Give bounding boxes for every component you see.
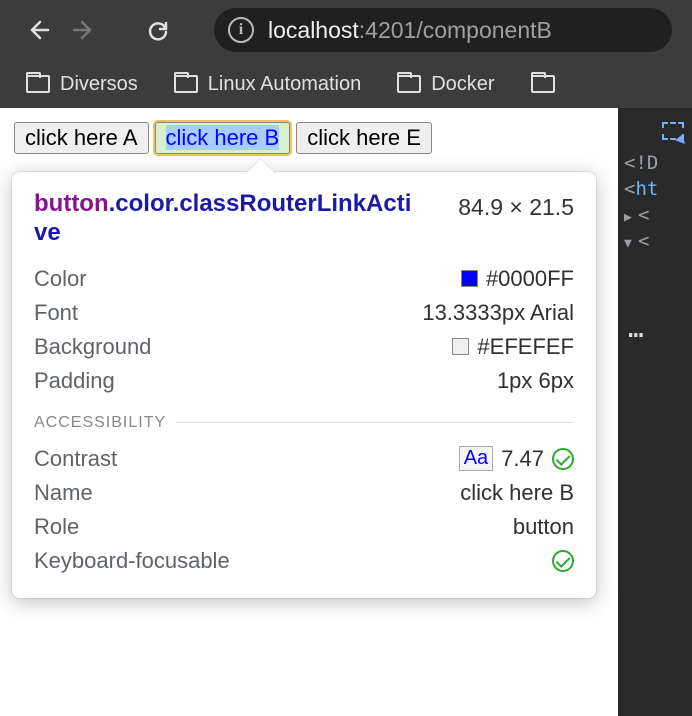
folder-icon [531, 75, 555, 93]
element-inspector-tooltip: button.color.classRouterLinkActive 84.9 … [12, 172, 596, 598]
check-circle-icon [552, 448, 574, 470]
reload-icon [146, 18, 170, 42]
bookmark-label: Diversos [60, 73, 138, 96]
color-swatch-icon [452, 338, 469, 355]
inspector-row-background: Background #EFEFEF [34, 330, 574, 364]
inspector-row-padding: Padding 1px 6px [34, 364, 574, 398]
devtools-node-html[interactable]: <ht [618, 176, 692, 202]
url-host: localhost [268, 17, 359, 44]
color-swatch-icon [461, 270, 478, 287]
contrast-sample-icon: Aa [459, 446, 493, 471]
bookmark-label: Linux Automation [208, 73, 361, 96]
devtools-panel[interactable]: <!D <ht ▶< ▼< … [618, 108, 692, 716]
bookmark-folder-overflow[interactable] [531, 75, 555, 93]
reload-button[interactable] [140, 12, 176, 48]
bookmark-folder-linux-automation[interactable]: Linux Automation [174, 73, 361, 96]
folder-icon [397, 75, 421, 93]
arrow-left-icon [26, 18, 50, 42]
bookmark-folder-diversos[interactable]: Diversos [26, 73, 138, 96]
bookmarks-bar: Diversos Linux Automation Docker [0, 60, 692, 108]
folder-icon [26, 75, 50, 93]
inspector-row-color: Color #0000FF [34, 262, 574, 296]
devtools-node-collapsed[interactable]: ▶< [618, 202, 692, 228]
devtools-more-icon[interactable]: … [618, 254, 692, 404]
url-path: :4201/componentB [359, 17, 552, 44]
arrow-right-icon [72, 18, 96, 42]
inspector-row-contrast: Contrast Aa 7.47 [34, 442, 574, 476]
inspector-row-name: Name click here B [34, 476, 574, 510]
inspector-row-keyboard-focusable: Keyboard-focusable [34, 544, 574, 578]
inspector-row-role: Role button [34, 510, 574, 544]
address-bar[interactable]: i localhost:4201/componentB [214, 8, 672, 52]
devtools-node-expanded[interactable]: ▼< [618, 228, 692, 254]
back-button[interactable] [20, 12, 56, 48]
inspector-row-font: Font 13.3333px Arial [34, 296, 574, 330]
site-info-icon[interactable]: i [228, 17, 254, 43]
page-viewport: click here A click here B click here E b… [0, 108, 618, 716]
check-circle-icon [552, 550, 574, 572]
browser-nav-bar: i localhost:4201/componentB [0, 0, 692, 60]
inspector-dimensions: 84.9 × 21.5 [458, 190, 574, 221]
devtools-node-doctype[interactable]: <!D [618, 150, 692, 176]
forward-button[interactable] [66, 12, 102, 48]
folder-icon [174, 75, 198, 93]
bookmark-label: Docker [431, 73, 494, 96]
accessibility-section-label: ACCESSIBILITY [34, 414, 166, 432]
button-click-here-a[interactable]: click here A [14, 122, 149, 154]
button-click-here-e[interactable]: click here E [296, 122, 432, 154]
bookmark-folder-docker[interactable]: Docker [397, 73, 494, 96]
element-picker-icon[interactable] [662, 122, 684, 140]
inspector-selector: button.color.classRouterLinkActive [34, 190, 414, 248]
button-click-here-b[interactable]: click here B [155, 122, 291, 154]
